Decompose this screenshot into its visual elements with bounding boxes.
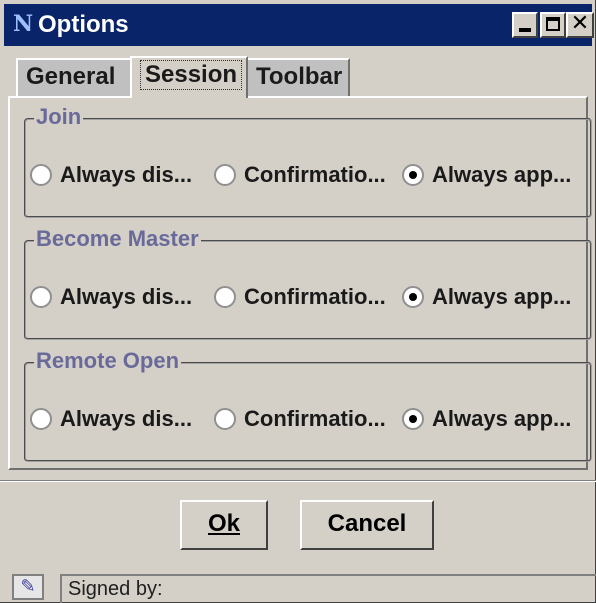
maximize-button[interactable] [540,12,566,38]
netscape-n-icon: N [12,11,34,37]
radio-row: Always dis... Confirmatio... Always app.… [26,158,590,192]
group-title: Remote Open [34,348,182,374]
tab-label: General [26,63,116,90]
radio-circle-icon [214,286,236,308]
group-title: Become Master [34,226,201,252]
ok-button-label: Ok [207,510,240,537]
radio-circle-icon [214,408,236,430]
radio-circle-icon [30,286,52,308]
radio-row: Always dis... Confirmatio... Always app.… [26,402,590,436]
title-bar[interactable]: N Options ✕ [4,4,594,46]
radio-label: Confirmatio... [244,406,386,431]
join-group: Join Always dis... Confirmatio... Always… [24,104,592,218]
close-button[interactable]: ✕ [566,12,594,38]
ok-button[interactable]: Ok [180,500,268,550]
tab-session[interactable]: Session [130,56,248,98]
become-master-group: Become Master Always dis... Confirmatio.… [24,226,592,340]
radio-circle-icon [30,164,52,186]
radio-label: Always dis... [60,284,193,309]
radio-label: Always dis... [60,162,193,187]
certificate-icon[interactable]: ✎ [12,574,44,600]
options-dialog: N Options ✕ General Toolbar Session Join… [0,0,596,603]
cancel-button[interactable]: Cancel [300,500,434,550]
group-title: Join [34,104,84,130]
radio-circle-icon [214,164,236,186]
close-icon: ✕ [570,11,590,36]
radio-label: Confirmatio... [244,162,386,187]
status-text: Signed by: [68,578,163,600]
radio-label: Always dis... [60,406,193,431]
tab-toolbar[interactable]: Toolbar [246,58,350,96]
window-title: Options [38,11,129,38]
radio-row: Always dis... Confirmatio... Always app.… [26,280,590,314]
tab-general[interactable]: General [16,58,132,96]
cancel-button-label: Cancel [327,510,407,537]
signed-by-status: Signed by: [60,574,596,603]
radio-label: Always app... [432,284,572,309]
tab-label: Session [140,60,243,90]
minimize-icon [519,28,531,32]
radio-label: Confirmatio... [244,284,386,309]
tab-label: Toolbar [256,63,343,90]
footer-divider [0,480,596,482]
radio-checked-icon [402,164,424,186]
remote-open-group: Remote Open Always dis... Confirmatio...… [24,348,592,462]
radio-circle-icon [30,408,52,430]
radio-label: Always app... [432,406,572,431]
minimize-button[interactable] [512,12,538,38]
radio-checked-icon [402,286,424,308]
radio-checked-icon [402,408,424,430]
radio-label: Always app... [432,162,572,187]
maximize-icon [546,17,560,31]
